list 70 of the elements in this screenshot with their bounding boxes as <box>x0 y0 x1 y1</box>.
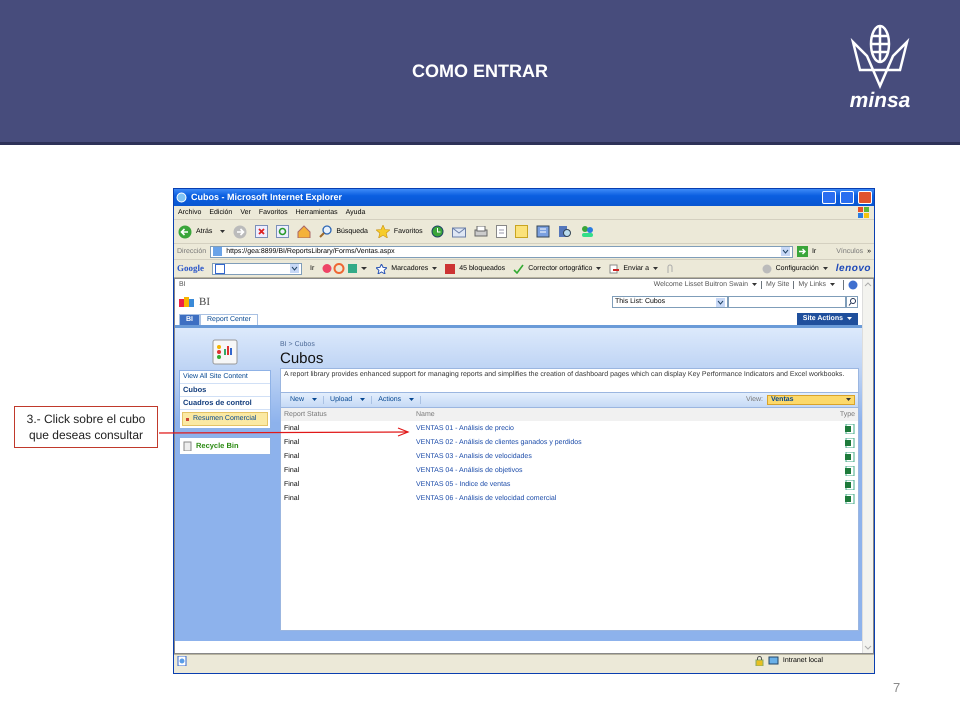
excel-file-icon[interactable] <box>845 494 855 504</box>
bullet-icon <box>186 418 189 421</box>
caret-icon <box>312 398 318 402</box>
restore-button[interactable] <box>840 191 854 204</box>
refresh-icon[interactable] <box>276 225 290 238</box>
window-title: Cubos - Microsoft Internet Explorer <box>191 192 342 202</box>
caret-icon <box>752 283 758 287</box>
stop-icon[interactable] <box>255 225 268 238</box>
report-library-icon <box>211 338 239 366</box>
slide-title: COMO ENTRAR <box>412 60 548 82</box>
caret-icon <box>409 398 414 402</box>
dropdown-arrow-icon[interactable] <box>716 298 725 306</box>
circle-icon <box>762 264 772 274</box>
caret-icon <box>360 398 366 402</box>
back-icon <box>178 224 192 238</box>
excel-file-icon[interactable] <box>845 424 855 434</box>
close-button[interactable] <box>858 191 872 204</box>
help-icon[interactable] <box>848 280 858 290</box>
logo-text: minsa <box>850 90 910 111</box>
page-icon <box>177 656 187 666</box>
checkmark-icon <box>513 264 524 274</box>
minimize-button[interactable] <box>822 191 836 204</box>
caret-icon <box>822 266 828 270</box>
lock-icon <box>754 656 764 666</box>
windows-flag-icon <box>858 207 870 218</box>
people-icon[interactable] <box>580 225 595 238</box>
search-icon <box>319 225 332 238</box>
caret-icon <box>596 266 602 270</box>
callout-text: 3.- Click sobre el cubo que deseas consultar <box>14 406 158 448</box>
crown-icon <box>850 22 910 90</box>
caret-icon[interactable] <box>220 230 226 234</box>
document-icon[interactable] <box>496 225 507 238</box>
paperclip-icon[interactable] <box>666 264 674 274</box>
google-search-field[interactable] <box>212 262 302 274</box>
page-icon <box>213 247 222 256</box>
mail-icon[interactable] <box>452 226 466 238</box>
intranet-icon <box>768 656 779 666</box>
excel-file-icon[interactable] <box>845 480 855 490</box>
history-icon[interactable] <box>430 225 444 238</box>
lenovo-logo: lenovo <box>836 263 871 274</box>
page-title: Cubos <box>280 350 324 368</box>
star-icon <box>376 264 388 274</box>
google-logo: Google <box>177 264 204 274</box>
caret-icon <box>653 266 658 270</box>
site-name: BI <box>199 296 210 308</box>
research-icon[interactable] <box>558 225 572 238</box>
dropdown-arrow-icon[interactable] <box>290 264 299 273</box>
caret-icon <box>830 283 835 287</box>
caret-icon <box>847 317 852 322</box>
excel-file-icon[interactable] <box>845 466 855 476</box>
messenger-icon[interactable] <box>536 225 550 238</box>
bin-icon <box>183 440 192 451</box>
ie-icon <box>176 192 187 203</box>
excel-file-icon[interactable] <box>845 438 855 448</box>
star-icon <box>376 225 390 238</box>
send-icon <box>609 264 620 274</box>
page-number: 7 <box>893 679 900 697</box>
excel-file-icon[interactable] <box>845 452 855 462</box>
go-arrow-icon <box>796 246 808 257</box>
printer-icon[interactable] <box>474 226 488 238</box>
caret-icon <box>432 266 438 270</box>
dropdown-arrow-icon[interactable] <box>780 247 790 256</box>
blocker-icon <box>445 264 456 274</box>
search-icon[interactable] <box>846 296 858 308</box>
home-icon[interactable] <box>297 225 312 238</box>
search-field[interactable] <box>728 296 846 308</box>
caret-icon <box>846 398 851 402</box>
google-g-icon <box>215 264 225 274</box>
site-logo-icon <box>179 296 195 308</box>
toolbar-icons-drawing[interactable] <box>322 263 368 274</box>
